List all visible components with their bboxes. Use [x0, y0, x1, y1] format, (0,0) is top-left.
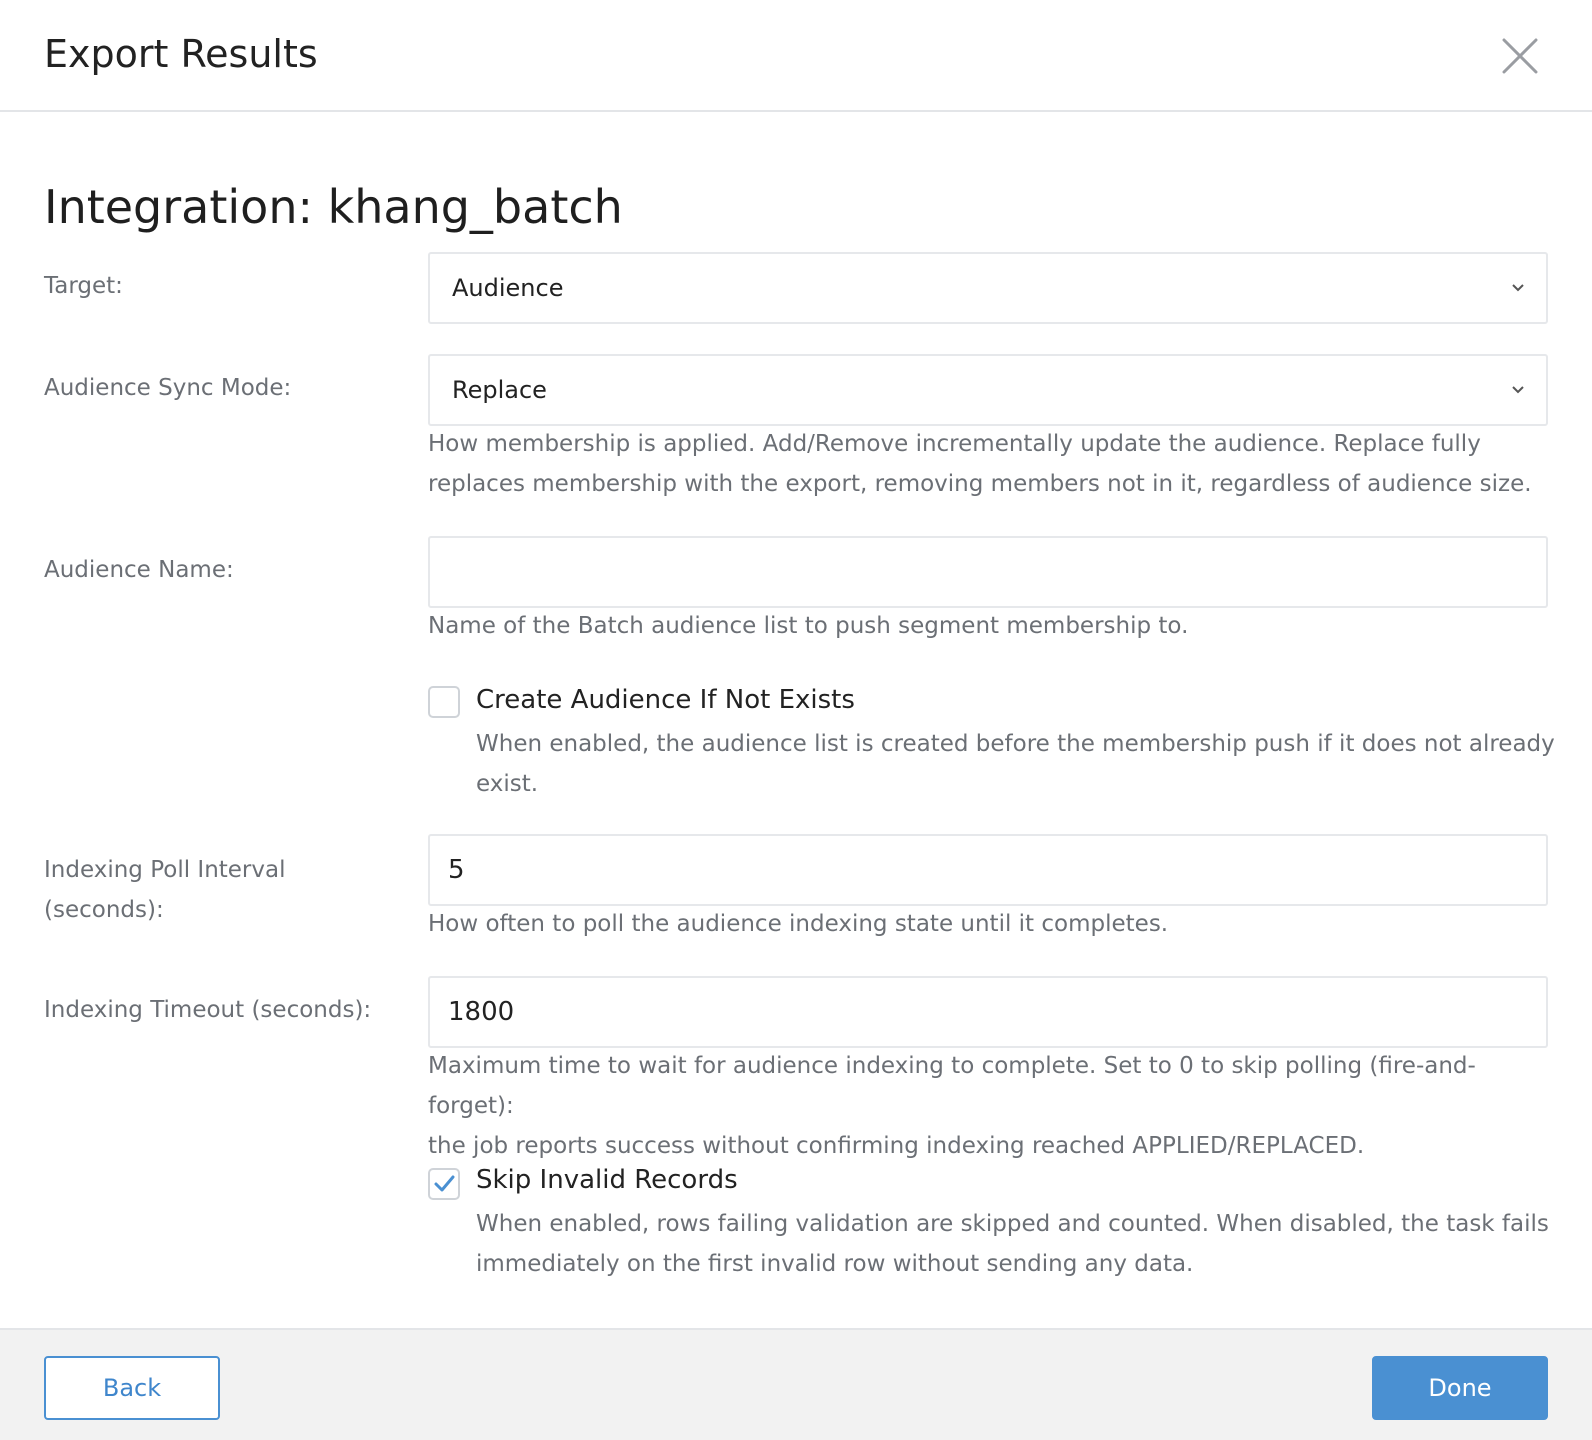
timeout-input[interactable]	[430, 978, 1546, 1046]
chevron-down-icon	[1508, 380, 1528, 400]
create-audience-help-line: exist.	[476, 771, 539, 797]
dialog-header: Export Results	[0, 0, 1592, 112]
checkmark-icon	[434, 1175, 455, 1192]
sync-mode-select[interactable]: Replace	[428, 354, 1548, 426]
timeout-help-line: the job reports success without confirmi…	[428, 1133, 1365, 1159]
dialog-title: Export Results	[44, 32, 318, 76]
target-select-value: Audience	[452, 274, 564, 302]
skip-invalid-checkbox[interactable]	[428, 1168, 460, 1200]
poll-interval-label-line: Indexing Poll Interval	[44, 857, 286, 883]
audience-name-label: Audience Name:	[44, 557, 234, 583]
poll-interval-field[interactable]	[428, 834, 1548, 906]
sync-mode-help: How membership is applied. Add/Remove in…	[428, 424, 1558, 504]
audience-name-field[interactable]	[428, 536, 1548, 608]
timeout-label: Indexing Timeout (seconds):	[44, 997, 372, 1023]
audience-name-help: Name of the Batch audience list to push …	[428, 613, 1189, 639]
sync-mode-help-line: How membership is applied. Add/Remove in…	[428, 431, 1481, 457]
integration-title: Integration: khang_batch	[44, 180, 623, 234]
timeout-help-line: Maximum time to wait for audience indexi…	[428, 1053, 1476, 1119]
close-icon[interactable]	[1500, 36, 1540, 76]
sync-mode-help-line: replaces membership with the export, rem…	[428, 471, 1532, 497]
skip-invalid-help: When enabled, rows failing validation ar…	[476, 1204, 1566, 1284]
create-audience-checkbox[interactable]	[428, 686, 460, 718]
dialog-footer: Back Done	[0, 1328, 1592, 1440]
create-audience-label[interactable]: Create Audience If Not Exists	[476, 682, 855, 718]
skip-invalid-help-line: immediately on the first invalid row wit…	[476, 1251, 1194, 1277]
timeout-field[interactable]	[428, 976, 1548, 1048]
poll-interval-help: How often to poll the audience indexing …	[428, 911, 1169, 937]
timeout-help: Maximum time to wait for audience indexi…	[428, 1046, 1558, 1166]
poll-interval-label: Indexing Poll Interval (seconds):	[44, 850, 404, 930]
create-audience-help-line: When enabled, the audience list is creat…	[476, 731, 1555, 757]
export-results-dialog: Export Results Integration: khang_batch …	[0, 0, 1592, 1440]
target-select[interactable]: Audience	[428, 252, 1548, 324]
poll-interval-label-line: (seconds):	[44, 897, 164, 923]
sync-mode-select-value: Replace	[452, 376, 547, 404]
skip-invalid-label[interactable]: Skip Invalid Records	[476, 1162, 738, 1198]
audience-name-input[interactable]	[430, 538, 1546, 606]
poll-interval-input[interactable]	[430, 836, 1546, 904]
skip-invalid-help-line: When enabled, rows failing validation ar…	[476, 1211, 1549, 1237]
done-button[interactable]: Done	[1372, 1356, 1548, 1420]
sync-mode-label: Audience Sync Mode:	[44, 375, 292, 401]
chevron-down-icon	[1508, 278, 1528, 298]
target-label: Target:	[44, 273, 123, 299]
back-button[interactable]: Back	[44, 1356, 220, 1420]
create-audience-help: When enabled, the audience list is creat…	[476, 724, 1566, 804]
